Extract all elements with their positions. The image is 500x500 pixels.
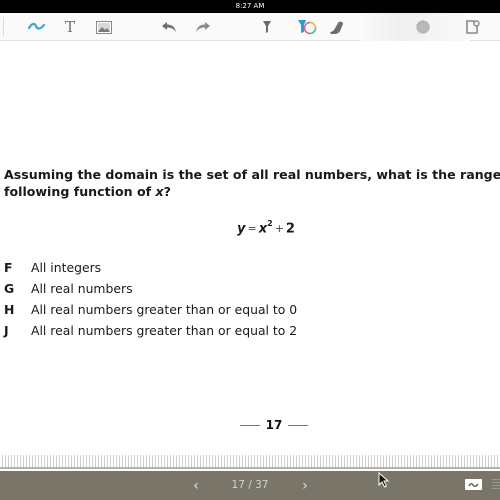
status-time: 8:27 AM: [235, 2, 265, 10]
color-wheel-icon: [298, 20, 317, 35]
page-number: 17: [265, 418, 283, 432]
equation-base: x: [258, 221, 268, 237]
pen-tool-button[interactable]: [25, 16, 49, 38]
redo-icon: [196, 22, 210, 32]
equation-constant: 2: [285, 221, 295, 237]
squiggle-icon: [28, 22, 46, 30]
pdf-viewer-app: 8:27 AM T Assuming the domain is the set…: [0, 0, 500, 500]
status-bar: 8:27 AM: [0, 0, 500, 13]
color-picker-button[interactable]: [295, 16, 319, 38]
question-line-2: following function of x?: [4, 183, 500, 200]
text-tool-button[interactable]: T: [58, 16, 82, 38]
page-export-icon: [466, 20, 480, 34]
toolbar-edge: [0, 17, 4, 37]
question-text: Assuming the domain is the set of all re…: [4, 166, 500, 200]
choice-letter: J: [4, 323, 9, 338]
settings-button[interactable]: [411, 16, 435, 38]
gear-icon: [416, 20, 430, 34]
question-variable: x: [155, 184, 164, 199]
question-line-2-text: following function of: [4, 184, 156, 199]
choice-letter: H: [4, 302, 15, 317]
equation-plus: +: [274, 222, 284, 236]
annotation-mode-button[interactable]: [465, 479, 482, 490]
mouse-cursor-icon: [378, 472, 390, 488]
eraser-tool-button[interactable]: [325, 16, 349, 38]
equation-lhs: y: [237, 221, 246, 237]
next-page-button[interactable]: ›: [297, 478, 313, 494]
redo-button[interactable]: [191, 16, 215, 38]
previous-page-button[interactable]: ‹: [188, 478, 204, 494]
question-line-1: Assuming the domain is the set of all re…: [4, 167, 500, 182]
equation-equals: =: [247, 222, 257, 236]
undo-button[interactable]: [157, 16, 181, 38]
annotation-toolbar: T: [0, 13, 500, 41]
squiggle-icon: [468, 482, 479, 487]
choice-text: All real numbers greater than or equal t…: [31, 323, 298, 338]
text-icon: T: [64, 18, 75, 36]
choice-text: All real numbers: [31, 281, 133, 296]
choice-letter: F: [4, 260, 13, 275]
grip-handle[interactable]: [492, 479, 500, 491]
question-mark: ?: [163, 184, 171, 199]
choice-letter: G: [4, 281, 15, 296]
image-icon: [96, 20, 112, 34]
choice-f[interactable]: F All integers: [4, 257, 297, 278]
answer-choices: F All integers G All real numbers H All …: [4, 257, 297, 341]
dash-right: [287, 424, 308, 426]
choice-text: All integers: [31, 260, 102, 275]
highlighter-icon: [263, 21, 271, 33]
export-button[interactable]: [461, 16, 485, 38]
choice-h[interactable]: H All real numbers greater than or equal…: [4, 299, 297, 320]
chevron-right-icon: ›: [302, 478, 308, 494]
undo-icon: [162, 22, 176, 32]
page-counter: 17 / 37: [231, 479, 269, 491]
dash-left: [240, 424, 260, 426]
bottom-navigation-bar: ‹ 17 / 37 ›: [0, 471, 500, 500]
page-number-footer: 17: [240, 418, 308, 432]
eraser-icon: [330, 21, 343, 34]
equation-exponent: 2: [267, 219, 273, 228]
chevron-left-icon: ‹: [193, 478, 199, 494]
choice-j[interactable]: J All real numbers greater than or equal…: [4, 320, 297, 341]
image-tool-button[interactable]: [92, 16, 116, 38]
equation: y = x2 +2: [0, 219, 500, 237]
page-thumbnail-scrubber[interactable]: [0, 455, 500, 469]
choice-text: All real numbers greater than or equal t…: [31, 302, 298, 317]
highlighter-tool-button[interactable]: [255, 16, 279, 38]
choice-g[interactable]: G All real numbers: [4, 278, 297, 299]
